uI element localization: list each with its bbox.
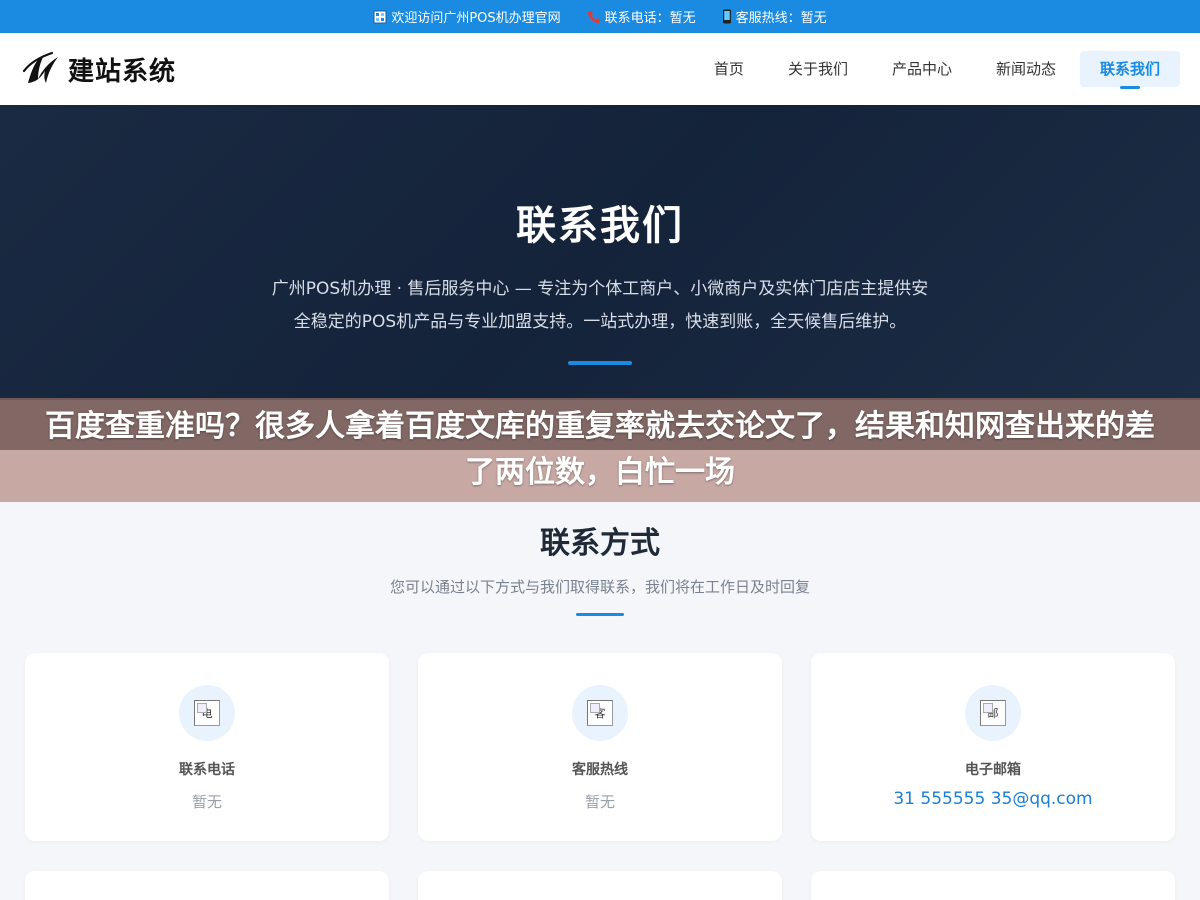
contact-cards: 电 联系电话 暂无 客 客服热线 暂无 邮 电子邮箱 31 555555 35@… bbox=[25, 653, 1175, 900]
welcome-item: 欢迎访问广州POS机办理官网 bbox=[373, 7, 561, 26]
email-card-icon: 邮 bbox=[965, 685, 1021, 741]
site-header: 建站系统 首页 关于我们 产品中心 新闻动态 联系我们 bbox=[0, 33, 1200, 105]
broken-image-icon: 电 bbox=[194, 700, 220, 726]
phone-card-icon: 电 bbox=[179, 685, 235, 741]
mobile-icon bbox=[722, 9, 731, 24]
contact-card-placeholder bbox=[25, 871, 389, 900]
section-title: 联系方式 bbox=[540, 526, 660, 561]
contact-card-hotline: 客 客服热线 暂无 bbox=[418, 653, 782, 841]
caption-overlay: 百度查重准吗？很多人拿着百度文库的重复率就去交论文了，结果和知网查出来的差了两位… bbox=[0, 398, 1200, 502]
card-label: 客服热线 bbox=[572, 762, 628, 778]
hotline-text: 客服热线：暂无 bbox=[735, 11, 827, 26]
nav-item-about[interactable]: 关于我们 bbox=[768, 51, 868, 87]
nav-item-contact[interactable]: 联系我们 bbox=[1079, 51, 1180, 87]
hotline-card-icon: 客 bbox=[572, 685, 628, 741]
contact-card-phone: 电 联系电话 暂无 bbox=[25, 653, 389, 841]
section-divider bbox=[576, 613, 624, 616]
card-label: 电子邮箱 bbox=[965, 762, 1021, 778]
nav-item-news[interactable]: 新闻动态 bbox=[976, 51, 1076, 87]
email-link[interactable]: 31 555555 35@qq.com bbox=[811, 789, 1175, 809]
phone-item: 联系电话：暂无 bbox=[587, 7, 696, 26]
hero-banner: 联系我们 广州POS机办理 · 售后服务中心 — 专注为个体工商户、小微商户及实… bbox=[0, 105, 1200, 400]
caption-text: 百度查重准吗？很多人拿着百度文库的重复率就去交论文了，结果和知网查出来的差了两位… bbox=[45, 409, 1155, 490]
card-label: 联系电话 bbox=[179, 762, 235, 778]
welcome-text: 欢迎访问广州POS机办理官网 bbox=[391, 11, 561, 26]
site-logo[interactable]: 建站系统 bbox=[22, 49, 176, 89]
card-value: 暂无 bbox=[191, 793, 222, 811]
hero-title: 联系我们 bbox=[516, 203, 684, 249]
card-value: 暂无 bbox=[584, 793, 615, 811]
contact-card-placeholder bbox=[811, 871, 1175, 900]
top-info-bar: 欢迎访问广州POS机办理官网 联系电话：暂无 客服热线：暂无 bbox=[0, 0, 1200, 33]
nav-item-products[interactable]: 产品中心 bbox=[872, 51, 972, 87]
logo-mark-icon bbox=[22, 51, 58, 83]
nav-item-home[interactable]: 首页 bbox=[694, 51, 764, 87]
logo-text: 建站系统 bbox=[68, 56, 177, 87]
contact-card-email: 邮 电子邮箱 31 555555 35@qq.com bbox=[811, 653, 1175, 841]
hero-divider bbox=[568, 361, 632, 365]
main-nav: 首页 关于我们 产品中心 新闻动态 联系我们 bbox=[694, 51, 1180, 87]
hotline-item: 客服热线：暂无 bbox=[722, 7, 827, 26]
section-subtitle: 您可以通过以下方式与我们取得联系，我们将在工作日及时回复 bbox=[389, 578, 810, 596]
hero-description: 广州POS机办理 · 售后服务中心 — 专注为个体工商户、小微商户及实体门店店主… bbox=[271, 279, 929, 332]
contact-card-placeholder bbox=[418, 871, 782, 900]
phone-icon bbox=[587, 10, 600, 23]
broken-image-icon: 客 bbox=[587, 700, 613, 726]
phone-text: 联系电话：暂无 bbox=[604, 11, 696, 26]
website-icon bbox=[373, 10, 387, 23]
broken-image-icon: 邮 bbox=[980, 700, 1006, 726]
